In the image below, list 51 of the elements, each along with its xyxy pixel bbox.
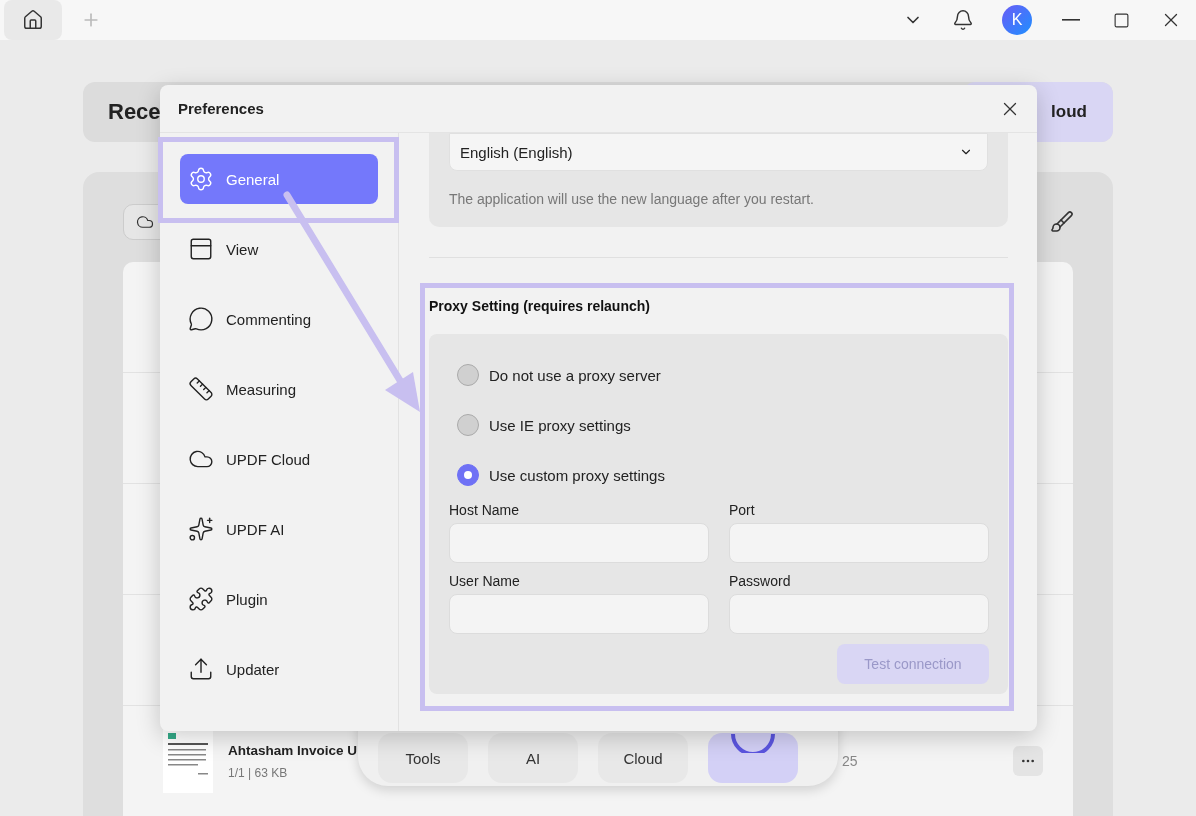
input-field[interactable] [729, 523, 989, 563]
window-icon [188, 236, 214, 262]
toolbar-main-button[interactable] [708, 733, 798, 783]
toolbar-button[interactable]: Tools [378, 733, 468, 783]
sidebar-item[interactable]: Plugin [180, 574, 378, 624]
radio-button[interactable] [457, 464, 479, 486]
cloud-icon [136, 213, 154, 231]
field-label: Password [729, 573, 792, 589]
radio-button[interactable] [457, 364, 479, 386]
sidebar-item[interactable]: Commenting [180, 294, 378, 344]
user-avatar[interactable]: K [1002, 5, 1032, 35]
gear-icon [188, 166, 214, 192]
dialog-title: Preferences [178, 100, 264, 117]
sidebar-item[interactable]: Measuring [180, 364, 378, 414]
sparkle-icon [188, 516, 214, 542]
more-button[interactable] [1013, 746, 1043, 776]
bell-icon [952, 9, 974, 31]
ruler-icon [188, 376, 214, 402]
toolbar-button[interactable]: Cloud [598, 733, 688, 783]
toolbar-button[interactable]: AI [488, 733, 578, 783]
chat-bubble-icon [188, 306, 214, 332]
input-field[interactable] [449, 594, 709, 634]
field-label: User Name [449, 573, 521, 589]
home-tab[interactable] [4, 0, 62, 40]
page-title: Rece [108, 99, 161, 125]
field-label: Host Name [449, 502, 521, 518]
radio-button[interactable] [457, 414, 479, 436]
input-field[interactable] [729, 594, 989, 634]
ring-icon [730, 733, 776, 753]
field-label: Port [729, 502, 756, 518]
upload-icon [188, 656, 214, 682]
sidebar-item[interactable]: Updater [180, 644, 378, 694]
radio-option[interactable]: Do not use a proxy server [449, 350, 989, 400]
language-hint: The application will use the new language after you restart. [449, 191, 815, 207]
minimize-icon [1062, 19, 1080, 21]
language-select[interactable]: English (English) [449, 133, 988, 171]
radio-option[interactable]: Use custom proxy settings [449, 450, 989, 500]
home-icon [22, 9, 44, 31]
puzzle-icon [188, 586, 214, 612]
sidebar-item[interactable]: UPDF AI [180, 504, 378, 554]
section-title: Proxy Setting (requires relaunch) [429, 298, 651, 314]
input-field[interactable] [449, 523, 709, 563]
maximize-icon [1112, 11, 1130, 29]
file-date: 25 [842, 753, 858, 769]
file-name: Ahtasham Invoice U [228, 742, 358, 758]
sidebar-item[interactable]: General [180, 154, 378, 204]
radio-option[interactable]: Use IE proxy settings [449, 400, 989, 450]
sidebar-item[interactable]: UPDF Cloud [180, 434, 378, 484]
document-thumbnail [163, 729, 213, 793]
sidebar-item[interactable]: View [180, 224, 378, 274]
file-meta: 1/1 | 63 KB [228, 765, 288, 780]
